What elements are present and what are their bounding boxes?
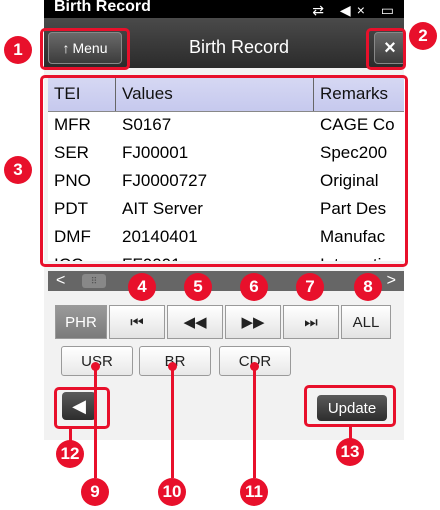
pin-line-11 — [253, 366, 256, 478]
pin-dot-11 — [250, 362, 259, 371]
rewind-icon: ◀◀ — [183, 314, 207, 331]
callout-badge: 1 — [4, 36, 32, 64]
callout-badge: 8 — [354, 273, 382, 301]
skip-last-icon: ⏭ — [304, 313, 318, 331]
callout-badge: 10 — [158, 478, 186, 506]
record-navigation: PHR ⏮ ◀◀ ▶▶ ⏭ ALL — [55, 305, 395, 339]
all-records-button[interactable]: ALL — [341, 305, 391, 339]
callout-badge: 5 — [184, 273, 212, 301]
callout-badge: 9 — [81, 478, 109, 506]
phr-button[interactable]: PHR — [55, 305, 107, 339]
page-title: Birth Record — [188, 37, 290, 57]
callout-badge: 11 — [240, 478, 268, 506]
highlight-update — [304, 385, 396, 427]
highlight-back — [54, 387, 110, 429]
status-icons: ⇄ ◀× ▭ — [312, 2, 400, 19]
highlight-grid — [40, 75, 408, 267]
fast-forward-icon: ▶▶ — [241, 314, 265, 331]
scroll-left-icon[interactable]: < — [56, 271, 65, 291]
next-record-button[interactable]: ▶▶ — [225, 305, 281, 339]
highlight-close — [366, 28, 406, 70]
usr-button[interactable]: USR — [61, 346, 133, 376]
callout-badge: 2 — [409, 22, 437, 50]
scroll-thumb[interactable]: ⠿ — [82, 274, 106, 288]
last-record-button[interactable]: ⏭ — [283, 305, 339, 339]
highlight-menu — [40, 28, 130, 70]
callout-badge: 13 — [336, 438, 364, 466]
battery-icon: ▭ — [380, 2, 400, 18]
pin-dot-10 — [168, 362, 177, 371]
pin-line-12 — [69, 427, 72, 441]
volume-mute-icon: ◀× — [339, 2, 371, 18]
callout-badge: 7 — [296, 273, 324, 301]
callout-badge: 3 — [4, 156, 32, 184]
sync-icon: ⇄ — [312, 2, 331, 18]
status-title: Birth Record — [54, 0, 151, 15]
scroll-right-icon[interactable]: > — [387, 271, 396, 291]
callout-badge: 12 — [56, 440, 84, 468]
pin-line-9 — [94, 366, 97, 478]
pin-line-10 — [171, 366, 174, 478]
skip-first-icon: ⏮ — [130, 313, 144, 331]
callout-badge: 6 — [240, 273, 268, 301]
br-button[interactable]: BR — [139, 346, 211, 376]
previous-record-button[interactable]: ◀◀ — [167, 305, 223, 339]
first-record-button[interactable]: ⏮ — [109, 305, 165, 339]
horizontal-scrollbar[interactable]: < ⠿ > — [48, 271, 404, 291]
pin-dot-9 — [91, 362, 100, 371]
callout-badge: 4 — [128, 273, 156, 301]
